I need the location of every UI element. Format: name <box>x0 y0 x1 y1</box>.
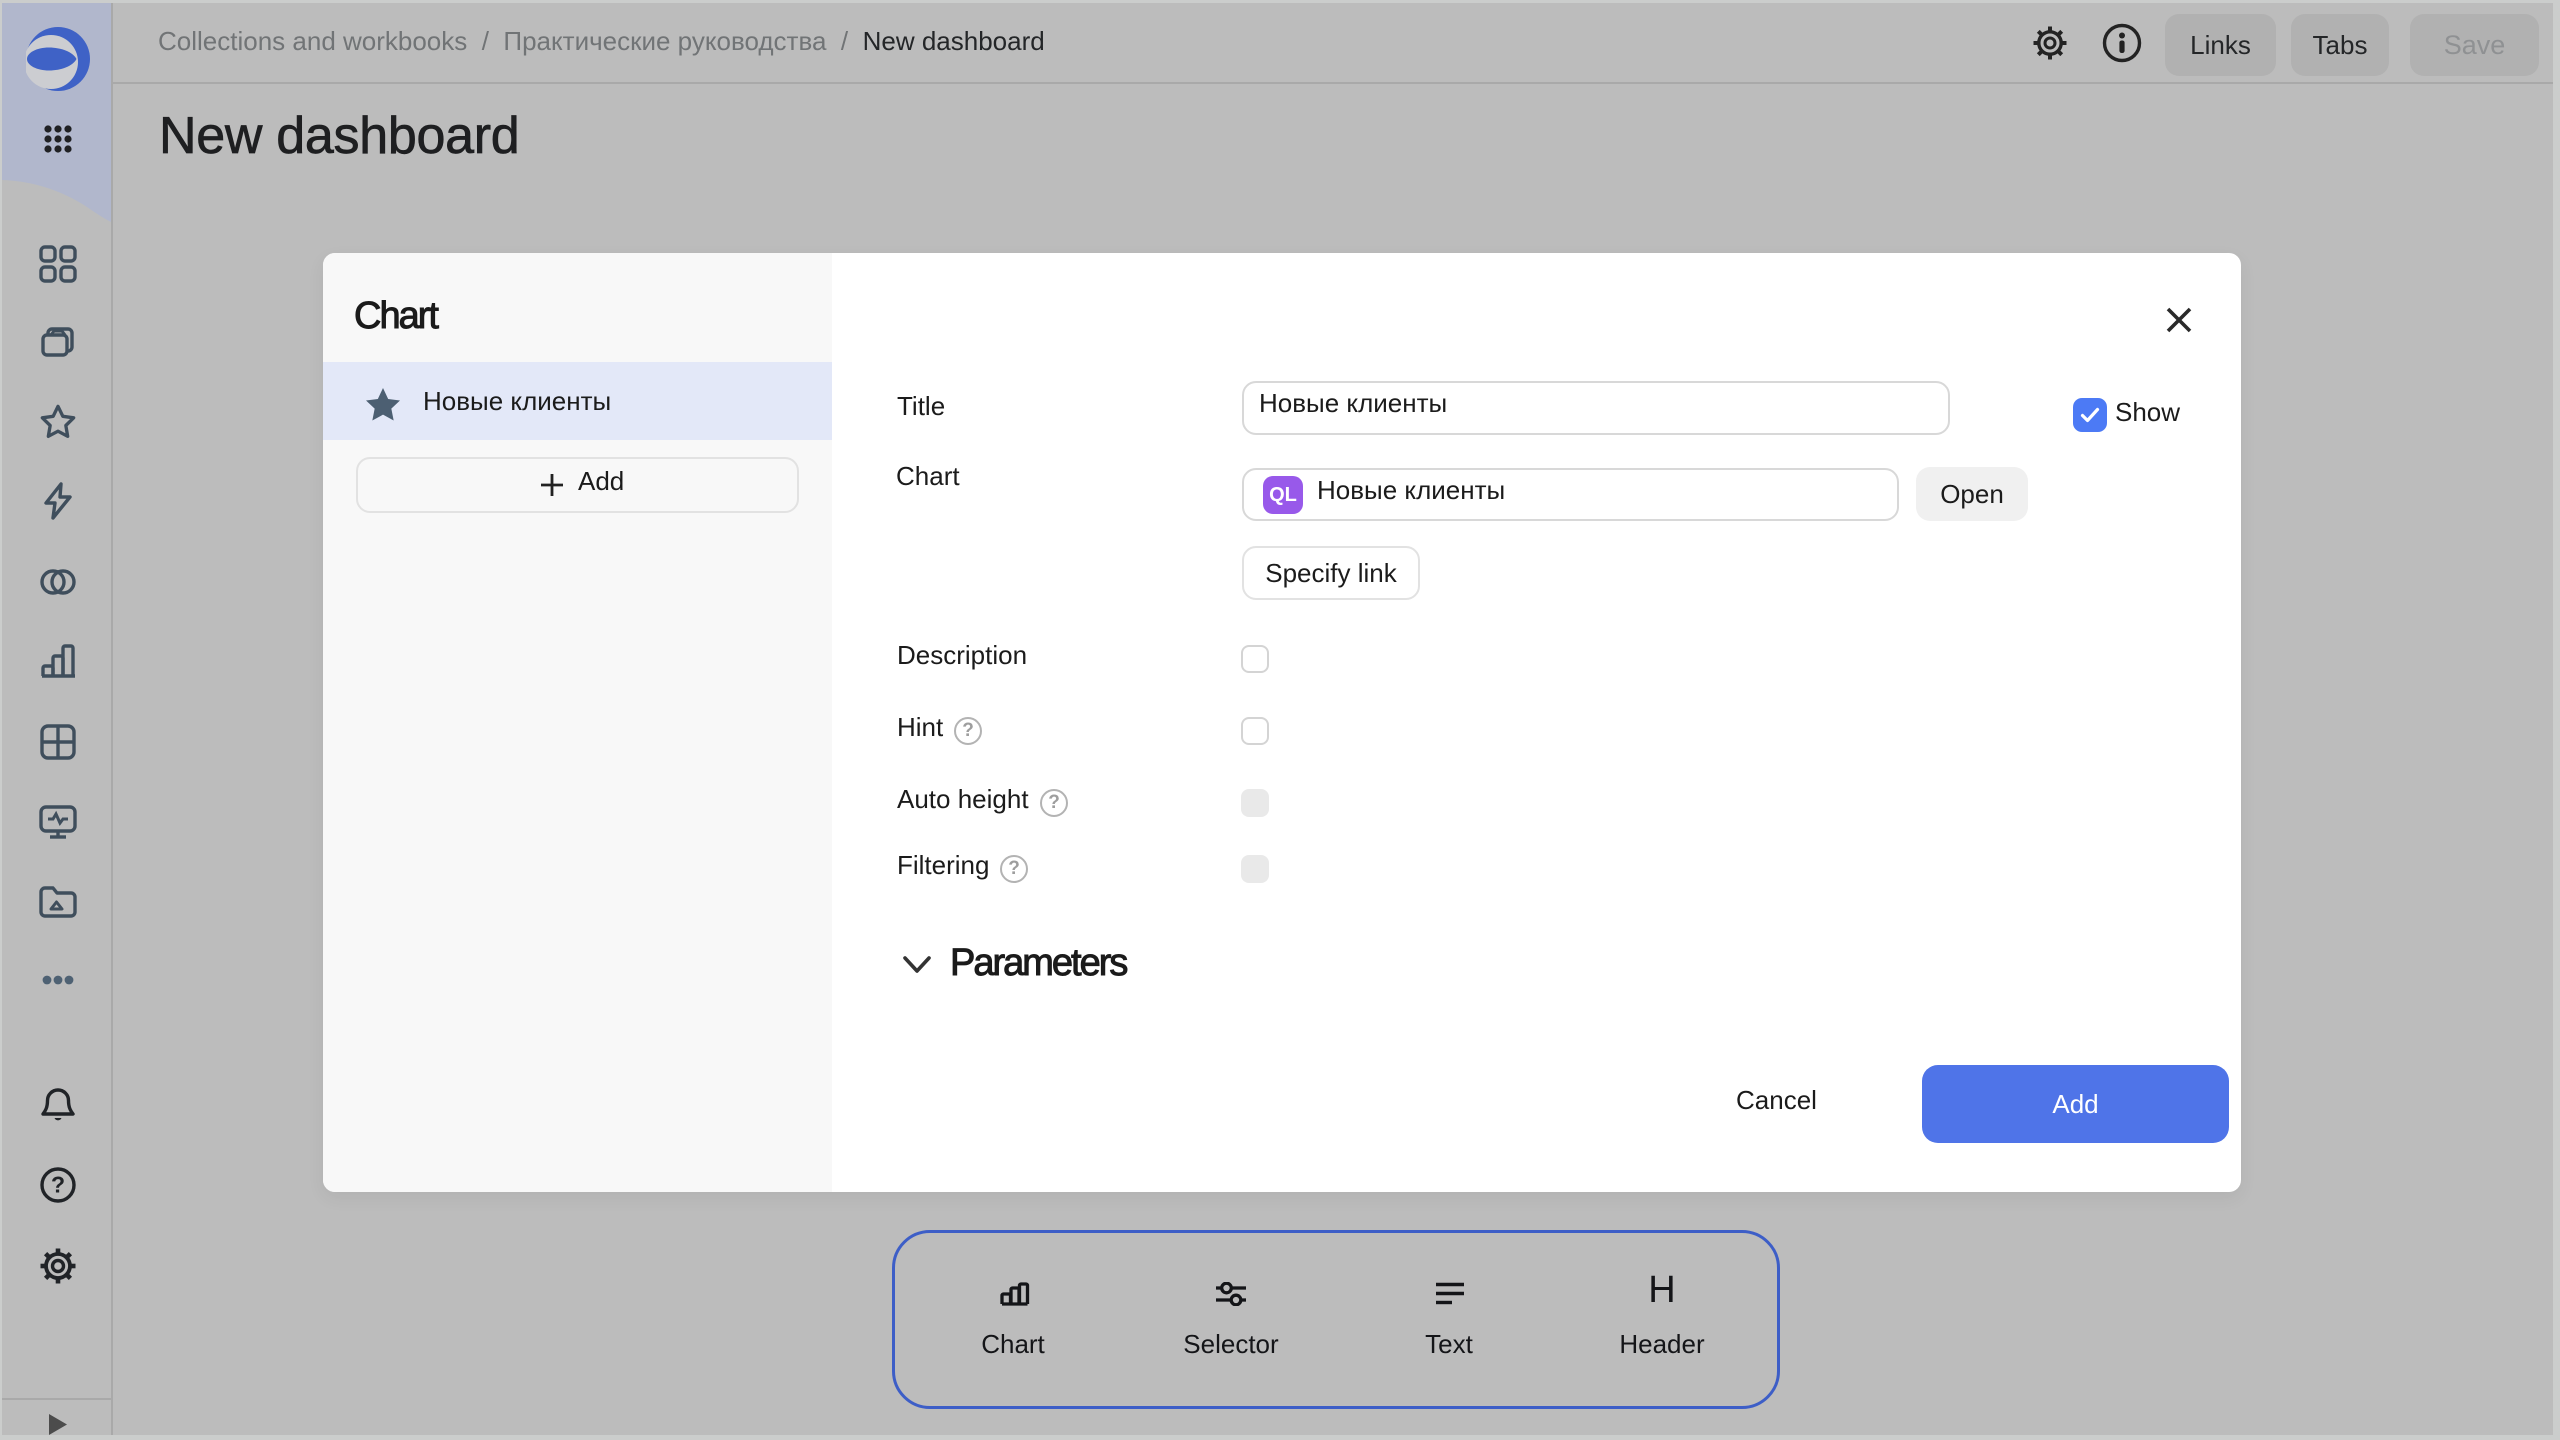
svg-text:?: ? <box>51 1172 65 1198</box>
